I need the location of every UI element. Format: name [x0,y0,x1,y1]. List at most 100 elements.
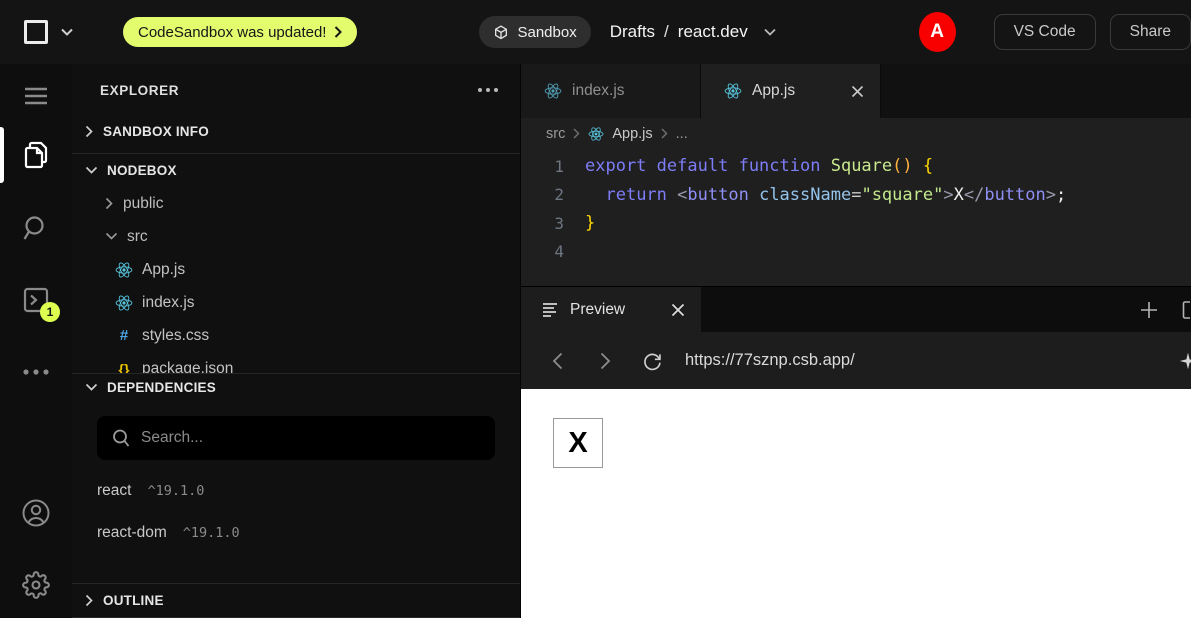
hamburger-menu-icon [24,87,48,105]
settings-button[interactable] [0,565,72,605]
tab-index-js[interactable]: index.js [521,64,701,118]
react-file-icon [544,82,562,100]
close-icon[interactable] [671,303,685,317]
react-file-icon [588,126,604,142]
ai-sparkle-icon[interactable] [1177,350,1191,372]
outline-label: OUTLINE [103,593,164,608]
editor-tab-bar: index.js App.js [521,64,1191,118]
dependency-name: react [97,482,131,500]
close-icon[interactable] [851,85,864,98]
preview-viewport: X [521,389,1191,618]
explorer-panel: EXPLORER SANDBOX INFO NODEBOX public [72,64,521,618]
gear-icon [22,571,50,599]
section-dependencies[interactable]: DEPENDENCIES [72,373,520,400]
update-notification-pill[interactable]: CodeSandbox was updated! [123,17,357,47]
open-window-icon[interactable] [1182,300,1191,320]
dependency-search [72,400,520,470]
dependency-version: ^19.1.0 [147,483,204,499]
breadcrumb-folder: src [546,126,565,142]
breadcrumb-workspace: Drafts [610,22,655,42]
chevron-down-icon [85,166,98,175]
tab-preview[interactable]: Preview [521,287,701,332]
preview-tab-actions [701,287,1191,332]
preview-tab-bar: Preview [521,286,1191,332]
css-file-icon: # [115,327,133,344]
topbar-actions: A VS Code Share [919,12,1191,52]
dependency-row-react-dom[interactable]: react-dom ^19.1.0 [72,512,520,554]
file-app-js[interactable]: App.js [72,253,520,286]
folder-name: public [123,195,164,213]
preview-url[interactable]: https://77sznp.csb.app/ [685,351,855,370]
workspace-logo-menu[interactable] [24,20,73,44]
outline-section: OUTLINE [72,583,520,618]
file-name: styles.css [142,327,209,345]
update-pill-label: CodeSandbox was updated! [138,24,326,41]
sidebar-item-explorer[interactable] [0,135,72,175]
sandbox-type-badge[interactable]: Sandbox [479,16,590,48]
terminal-badge: 1 [40,302,60,322]
breadcrumb-file: App.js [612,126,652,142]
code-line: 1export default function Square() { [521,152,1191,181]
sandbox-info-label: SANDBOX INFO [103,124,209,139]
search-input[interactable] [97,416,495,460]
sidebar-item-terminal[interactable]: 1 [0,280,72,320]
editor-column: index.js App.js src App.js [521,64,1191,618]
account-icon [21,498,51,528]
file-styles-css[interactable]: # styles.css [72,319,520,352]
chevron-right-icon [105,197,114,210]
menu-button[interactable] [0,76,72,116]
chevron-down-icon [105,232,118,241]
tab-label: index.js [572,82,625,100]
avatar[interactable]: A [919,12,956,52]
dependency-version: ^19.1.0 [183,525,240,541]
folder-src[interactable]: src [72,220,520,253]
project-breadcrumb[interactable]: Drafts / react.dev [610,22,776,42]
sandbox-badge-label: Sandbox [517,24,576,41]
back-icon[interactable] [547,352,567,370]
react-file-icon [724,82,742,100]
list-icon [543,303,559,317]
explorer-more-icon[interactable] [478,88,498,92]
dependency-row-react[interactable]: react ^19.1.0 [72,470,520,512]
breadcrumb-project: react.dev [678,22,748,42]
search-icon [111,428,131,448]
more-tools-button[interactable] [0,352,72,392]
project-header: Sandbox Drafts / react.dev [479,16,775,48]
vscode-button[interactable]: VS Code [994,14,1096,50]
react-file-icon [115,261,133,279]
file-tree: public src App.js index.js [72,187,520,373]
main-area: 1 EXPLORER SANDBOX INFO [0,64,1191,618]
code-line: 3} [521,209,1191,238]
chevron-down-icon [85,383,98,392]
ellipsis-icon [22,369,50,375]
preview-tab-label: Preview [570,301,625,319]
breadcrumb-more: ... [676,126,688,142]
account-button[interactable] [0,493,72,533]
folder-public[interactable]: public [72,187,520,220]
refresh-icon[interactable] [642,351,662,371]
breadcrumb-separator: / [662,22,671,42]
tab-app-js[interactable]: App.js [701,64,881,118]
chevron-down-icon [61,28,73,36]
section-outline[interactable]: OUTLINE [72,583,520,618]
explorer-header: EXPLORER [72,64,520,110]
preview-square-button[interactable]: X [553,418,603,468]
tab-label: App.js [752,82,795,100]
breadcrumb[interactable]: src App.js ... [521,118,1191,149]
section-sandbox-info[interactable]: SANDBOX INFO [72,110,520,154]
code-editor[interactable]: 1export default function Square() {2 ret… [521,149,1191,286]
avatar-letter: A [930,21,944,43]
dependency-name: react-dom [97,524,167,542]
preview-url-bar: https://77sznp.csb.app/ [521,332,1191,389]
code-line: 2 return <button className="square">X</b… [521,181,1191,210]
forward-icon[interactable] [595,352,615,370]
file-index-js[interactable]: index.js [72,286,520,319]
sidebar-item-search[interactable] [0,208,72,248]
section-nodebox[interactable]: NODEBOX [72,154,520,187]
file-name: package.json [142,360,233,374]
react-file-icon [115,294,133,312]
file-package-json[interactable]: {} package.json [72,352,520,373]
nodebox-label: NODEBOX [107,163,177,178]
share-button[interactable]: Share [1110,14,1191,50]
add-tab-icon[interactable] [1140,301,1158,319]
